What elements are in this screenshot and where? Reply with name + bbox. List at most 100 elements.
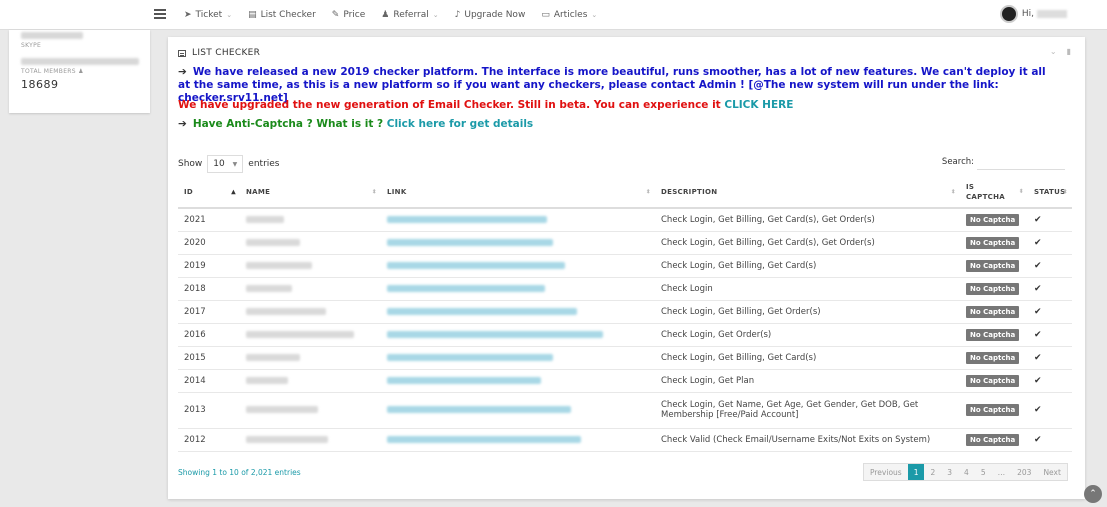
cell-link-blurred[interactable] [381,208,655,232]
cell-description: Check Valid (Check Email/Username Exits/… [655,428,960,452]
panel-header: LIST CHECKER [178,48,260,58]
captcha-badge: No Captcha [966,259,1020,272]
pagination-page[interactable]: 3 [941,464,958,480]
anti-captcha-details-link[interactable]: Click here for get details [387,118,533,130]
nav-label: Upgrade Now [464,10,526,20]
pagination-next[interactable]: Next [1037,464,1066,480]
cell-link-blurred[interactable] [381,254,655,278]
cell-captcha: No Captcha [960,369,1028,393]
search-input[interactable] [977,154,1065,170]
cell-name-blurred [240,428,381,452]
captcha-badge: No Captcha [966,305,1020,318]
list-checker-panel: LIST CHECKER ⌄ ▮ ➔ We have released a new… [168,37,1085,499]
nav-label: Articles [553,10,588,20]
captcha-badge: No Captcha [966,433,1020,446]
scroll-top-button[interactable]: ⌃ [1084,485,1102,503]
page-size-select[interactable]: 10 ▼ [207,155,244,173]
arrow-right-icon: ➔ [178,118,187,130]
col-id[interactable]: ID ▲ [178,176,240,209]
nav-item-referral[interactable]: ♟ Referral ⌄ [381,10,438,20]
cell-id: 2016 [178,323,240,347]
pagination-page[interactable]: 203 [1011,464,1037,480]
cell-id: 2013 [178,392,240,429]
captcha-badge: No Captcha [966,236,1020,249]
cell-captcha: No Captcha [960,254,1028,278]
col-name[interactable]: NAME ⬍ [240,176,381,209]
col-description[interactable]: DESCRIPTION ⬍ [655,176,960,209]
nav-item-articles[interactable]: ▭ Articles ⌄ [541,10,597,20]
cell-name-blurred [240,208,381,232]
pagination-page[interactable]: 4 [958,464,975,480]
cell-link-blurred[interactable] [381,346,655,370]
col-status[interactable]: STATUS ⬍ [1028,176,1072,209]
col-captcha[interactable]: IS CAPTCHA ⬍ [960,176,1028,209]
skype-id-blurred [21,32,83,39]
users-icon: ♟ [78,68,84,75]
cell-link-blurred[interactable] [381,428,655,452]
cell-name-blurred [240,277,381,301]
cell-link-blurred[interactable] [381,300,655,324]
cell-name-blurred [240,346,381,370]
table-row: 2015 Check Login, Get Billing, Get Card(s… [178,346,1072,370]
cell-status: ✔ [1028,231,1072,255]
cell-link-blurred[interactable] [381,323,655,347]
nav-item-price[interactable]: ✎ Price [332,10,366,20]
bell-icon: ♪ [454,10,461,20]
cell-link-blurred[interactable] [381,392,655,429]
cell-id: 2017 [178,300,240,324]
cell-status: ✔ [1028,392,1072,429]
cell-link-blurred[interactable] [381,231,655,255]
cell-captcha: No Captcha [960,277,1028,301]
table-search: Search: [942,154,1065,170]
pagination-page[interactable]: … [992,464,1012,480]
members-label: TOTAL MEMBERS ♟ [21,68,84,75]
cell-status: ✔ [1028,428,1072,452]
captcha-badge: No Captcha [966,282,1020,295]
cell-description: Check Login, Get Plan [655,369,960,393]
pagination-page[interactable]: 1 [907,464,925,480]
menu-toggle-icon[interactable] [154,9,166,19]
pagination-previous[interactable]: Previous [864,464,908,480]
check-icon: ✔ [1034,352,1042,363]
cell-captcha: No Captcha [960,300,1028,324]
cell-captcha: No Captcha [960,208,1028,232]
cell-name-blurred [240,323,381,347]
table-row: 2014 Check Login, Get Plan No Captcha ✔ [178,369,1072,393]
chevron-down-icon: ⌄ [432,11,439,19]
cell-description: Check Login [655,277,960,301]
captcha-badge: No Captcha [966,213,1020,226]
table-row: 2016 Check Login, Get Order(s) No Captcha ✔ [178,323,1072,347]
collapse-icon[interactable]: ⌄ [1050,47,1057,56]
captcha-badge: No Captcha [966,328,1020,341]
arrow-right-icon: ➔ [178,66,187,78]
pagination-page[interactable]: 5 [975,464,992,480]
cell-id: 2018 [178,277,240,301]
avatar[interactable] [999,5,1018,23]
trash-icon[interactable]: ▮ [1067,47,1071,56]
nav-label: List Checker [260,10,316,20]
nav-item-ticket[interactable]: ➤ Ticket ⌄ [184,10,232,20]
nav-item-list-checker[interactable]: ▤ List Checker [248,10,316,20]
cell-captcha: No Captcha [960,323,1028,347]
cell-name-blurred [240,369,381,393]
check-icon: ✔ [1034,283,1042,294]
cell-name-blurred [240,254,381,278]
cell-description: Check Login, Get Billing, Get Card(s), G… [655,231,960,255]
col-link[interactable]: LINK ⬍ [381,176,655,209]
check-icon: ✔ [1034,237,1042,248]
user-menu[interactable]: Hi, [999,5,1067,23]
click-here-link[interactable]: CLICK HERE [724,99,793,111]
caret-down-icon: ▼ [232,160,238,168]
cell-id: 2015 [178,346,240,370]
pagination-page[interactable]: 2 [924,464,941,480]
nav-item-upgrade-now[interactable]: ♪ Upgrade Now [455,10,526,20]
notice-email-checker: We have upgraded the new generation of E… [178,99,794,111]
cell-description: Check Login, Get Order(s) [655,323,960,347]
cell-link-blurred[interactable] [381,277,655,301]
cell-link-blurred[interactable] [381,369,655,393]
captcha-badge: No Captcha [966,374,1020,387]
paper-plane-icon: ➤ [184,10,192,20]
newspaper-icon: ▭ [541,10,550,20]
cell-id: 2019 [178,254,240,278]
users-icon: ♟ [381,10,390,20]
